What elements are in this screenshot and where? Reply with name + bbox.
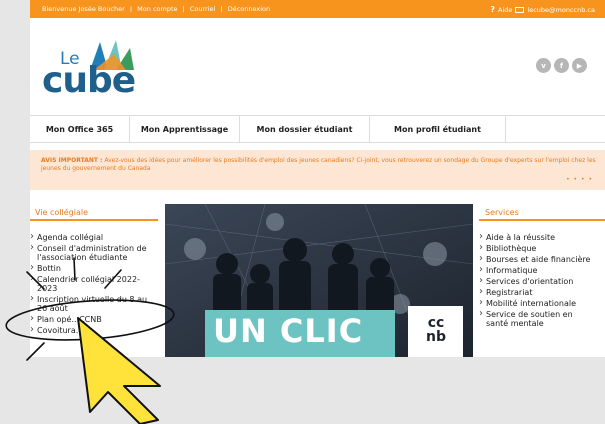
logo-cube-text: cube — [42, 60, 136, 101]
vie-collegiale-panel: Vie collégiale Agenda collégial Conseil … — [30, 200, 158, 357]
list-item[interactable]: Inscription virtuelle du 8 au26 août — [30, 294, 158, 313]
top-bar-right: ? Aide lecube@monccnb.ca — [487, 5, 595, 14]
nav-dossier-etudiant[interactable]: Mon dossier étudiant — [240, 116, 370, 142]
list-item-label: Bottin — [37, 264, 61, 273]
list-item-label: Agenda collégial — [37, 233, 104, 242]
separator: | — [220, 5, 223, 13]
list-item-label: Mobilité internationale — [486, 299, 576, 308]
banner-headline: UN CLIC — [213, 312, 364, 350]
separator: | — [182, 5, 185, 13]
list-item[interactable]: Bibliothèque — [479, 243, 605, 253]
services-title: Services — [479, 200, 605, 221]
nav-apprentissage[interactable]: Mon Apprentissage — [130, 116, 240, 142]
list-item-label: Inscription virtuelle du 8 au — [37, 295, 148, 304]
carousel-dots[interactable]: • • • • — [566, 176, 593, 183]
list-item-label-line2: santé mentale — [486, 319, 544, 328]
list-item-label-line2: l'association étudiante — [37, 253, 128, 262]
top-bar-links: Bienvenue Josée Boucher | Mon compte | C… — [42, 5, 273, 13]
list-item-label: Bibliothèque — [486, 244, 537, 253]
social-links: v f ▶ — [536, 58, 587, 73]
top-bar: Bienvenue Josée Boucher | Mon compte | C… — [30, 0, 605, 18]
list-item[interactable]: Agenda collégial — [30, 232, 158, 242]
hero-banner[interactable]: UN CLIC cc nb — [165, 204, 473, 357]
vie-collegiale-list: Agenda collégial Conseil d'administratio… — [30, 232, 158, 335]
list-item[interactable]: Bourses et aide financière — [479, 254, 605, 264]
ccnb-logo: cc nb — [426, 315, 446, 345]
list-item-label-line2: 26 août — [37, 304, 68, 313]
list-item[interactable]: Informatique — [479, 265, 605, 275]
help-link[interactable]: Aide — [498, 6, 512, 14]
browser-page: Bienvenue Josée Boucher | Mon compte | C… — [30, 0, 605, 357]
facebook-icon[interactable]: f — [554, 58, 569, 73]
list-item-label: Covoitura... — [37, 326, 84, 335]
list-item-label: Calendrier collégial 2022- — [37, 275, 140, 284]
list-item[interactable]: Mobilité internationale — [479, 298, 605, 308]
youtube-icon[interactable]: ▶ — [572, 58, 587, 73]
list-item-label: Plan opé...CCNB — [37, 315, 102, 324]
list-item-label: Registrariat — [486, 288, 533, 297]
email-link[interactable]: Courriel — [190, 5, 215, 13]
list-item-label-line2: 2023 — [37, 284, 58, 293]
list-item[interactable]: Bottin — [30, 263, 158, 273]
list-item[interactable]: Services d'orientation — [479, 276, 605, 286]
welcome-text: Bienvenue Josée Boucher — [42, 5, 125, 13]
list-item[interactable]: Plan opé...CCNB — [30, 314, 158, 324]
site-header: Le cube v f ▶ — [30, 18, 605, 115]
list-item[interactable]: Aide à la réussite — [479, 232, 605, 242]
list-item-label: Aide à la réussite — [486, 233, 556, 242]
my-account-link[interactable]: Mon compte — [137, 5, 177, 13]
main-nav: Mon Office 365 Mon Apprentissage Mon dos… — [30, 115, 605, 143]
logout-link[interactable]: Déconnexion — [228, 5, 270, 13]
vimeo-icon[interactable]: v — [536, 58, 551, 73]
list-item[interactable]: Conseil d'administration del'association… — [30, 243, 158, 262]
services-panel: Services Aide à la réussite Bibliothèque… — [479, 200, 605, 357]
list-item[interactable]: Covoitura... — [30, 325, 158, 335]
contact-email-link[interactable]: lecube@monccnb.ca — [527, 6, 595, 14]
services-list: Aide à la réussite Bibliothèque Bourses … — [479, 232, 605, 328]
le-cube-logo[interactable]: Le cube — [40, 38, 140, 104]
list-item[interactable]: Registrariat — [479, 287, 605, 297]
notice-label: AVIS IMPORTANT : — [41, 157, 103, 164]
list-item-label: Informatique — [486, 266, 538, 275]
help-icon[interactable]: ? — [490, 5, 495, 14]
vie-collegiale-title: Vie collégiale — [30, 200, 158, 221]
list-item-label: Service de soutien en — [486, 310, 573, 319]
list-item[interactable]: Service de soutien ensanté mentale — [479, 309, 605, 328]
list-item-label: Conseil d'administration de — [37, 244, 147, 253]
nav-profil-etudiant[interactable]: Mon profil étudiant — [370, 116, 506, 142]
notice-message[interactable]: AVIS IMPORTANT : Avez-vous des idées pou… — [41, 157, 601, 173]
list-item[interactable]: Calendrier collégial 2022-2023 — [30, 274, 158, 293]
nav-office-365[interactable]: Mon Office 365 — [30, 116, 130, 142]
list-item-label: Services d'orientation — [486, 277, 574, 286]
list-item-label: Bourses et aide financière — [486, 255, 591, 264]
notice-text: Avez-vous des idées pour améliorer les p… — [41, 157, 596, 172]
envelope-icon — [515, 6, 525, 13]
separator: | — [129, 5, 133, 13]
important-notice: AVIS IMPORTANT : Avez-vous des idées pou… — [30, 150, 605, 190]
